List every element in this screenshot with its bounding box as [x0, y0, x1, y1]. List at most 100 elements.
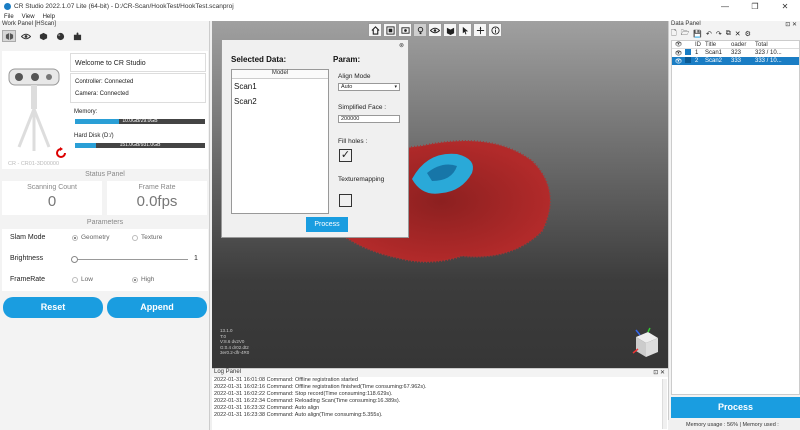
- row-total: 323 / 10...: [755, 50, 782, 56]
- orientation-cube-icon[interactable]: [630, 327, 662, 361]
- 3d-viewport[interactable]: ⊗ Selected Data: Param: Model Scan1 Scan…: [212, 21, 668, 368]
- menu-view[interactable]: View: [22, 14, 35, 20]
- select-icon[interactable]: [458, 23, 472, 37]
- settings-icon[interactable]: ⚙: [745, 30, 751, 38]
- simplified-face-input[interactable]: 200000: [338, 115, 400, 123]
- cube-icon[interactable]: [36, 30, 50, 42]
- camera-status: Camera: Connected: [75, 91, 129, 97]
- texture-icon[interactable]: [443, 23, 457, 37]
- sphere-icon[interactable]: [53, 30, 67, 42]
- data-panel-header: Data Panel ⊡ ✕: [669, 21, 800, 29]
- log-lines: 2022-01-31 16:01:08 Command: Offline reg…: [212, 377, 668, 419]
- color-swatch[interactable]: [685, 57, 691, 63]
- light-icon[interactable]: [413, 23, 427, 37]
- undo-icon[interactable]: ↶: [706, 30, 712, 38]
- fit-view-icon[interactable]: [383, 23, 397, 37]
- memory-bar-text: 10.0GB/29.0GB: [122, 118, 158, 124]
- parameters-title: Parameters: [86, 219, 124, 226]
- scan-mode-icon[interactable]: [2, 30, 16, 42]
- menu-help[interactable]: Help: [43, 14, 55, 20]
- color-swatch[interactable]: [685, 49, 691, 55]
- status-panel-title: Status Panel: [85, 171, 125, 178]
- minimize-button[interactable]: —: [710, 2, 740, 11]
- log-panel-controls[interactable]: ⊡ ✕: [653, 369, 665, 376]
- brightness-slider[interactable]: [71, 256, 188, 263]
- dialog-close-button[interactable]: ⊗: [399, 42, 404, 49]
- append-button[interactable]: Append: [107, 297, 207, 318]
- axis-icon[interactable]: [473, 23, 487, 37]
- framerate-option-high[interactable]: High: [132, 276, 154, 283]
- texturemapping-checkbox[interactable]: [339, 194, 352, 207]
- model-list-header: Model: [232, 70, 328, 79]
- visibility-icon[interactable]: [428, 23, 442, 37]
- texturemapping-label: Texturemapping: [338, 176, 385, 183]
- row-total: 333 / 10...: [755, 58, 782, 64]
- eye-icon[interactable]: 👁: [672, 58, 685, 65]
- log-scrollbar[interactable]: [662, 379, 667, 429]
- column-visibility: 👁: [674, 42, 683, 48]
- fill-holes-label: Fill holes :: [338, 138, 368, 145]
- info-icon[interactable]: [488, 23, 502, 37]
- column-total: Total: [755, 41, 768, 48]
- log-line: 2022-01-31 16:01:08 Command: Offline reg…: [214, 377, 358, 383]
- column-id: ID: [695, 41, 701, 48]
- radio-icon: [132, 276, 138, 283]
- table-row[interactable]: 👁 1 Scan1 323 323 / 10...: [672, 49, 799, 57]
- row-title: Scan1: [705, 50, 723, 56]
- work-panel: Work Panel [HScan] CR - CR01-3D00000 Wel…: [0, 21, 210, 430]
- memory-bar: 10.0GB/29.0GB: [75, 118, 205, 124]
- save-icon[interactable]: 💾: [693, 30, 702, 38]
- scanning-count-box: Scanning Count 0: [2, 181, 102, 215]
- dialog-process-button[interactable]: Process: [306, 217, 348, 232]
- eye-icon[interactable]: 👁: [672, 50, 685, 57]
- model-list[interactable]: Model Scan1 Scan2: [231, 69, 329, 214]
- delete-icon[interactable]: ✕: [735, 30, 741, 38]
- merge-icon[interactable]: ⧉: [726, 30, 731, 38]
- reset-button[interactable]: Reset: [3, 297, 103, 318]
- selected-data-title: Selected Data:: [231, 55, 287, 64]
- close-button[interactable]: ✕: [770, 2, 800, 11]
- open-folder-icon[interactable]: 🗁: [681, 29, 690, 40]
- brightness-label: Brightness: [10, 255, 44, 262]
- simplified-face-label: Simplified Face :: [338, 104, 387, 111]
- maximize-button[interactable]: ❐: [740, 2, 770, 11]
- slam-option-texture[interactable]: Texture: [132, 234, 162, 241]
- home-icon[interactable]: [368, 23, 382, 37]
- redo-icon[interactable]: ↷: [716, 30, 722, 38]
- menu-file[interactable]: File: [4, 14, 14, 20]
- process-button[interactable]: Process: [671, 397, 800, 418]
- row-id: 2: [695, 58, 699, 64]
- scanner-image: [5, 55, 67, 163]
- table-row[interactable]: 👁 2 Scan2 333 333 / 10...: [672, 57, 799, 65]
- column-loader: oader: [731, 41, 747, 48]
- fill-holes-checkbox[interactable]: ✓: [339, 149, 352, 162]
- device-name: CR - CR01-3D00000: [8, 161, 60, 167]
- viewport-toolbar: [368, 23, 503, 37]
- framerate-option-low[interactable]: Low: [72, 276, 93, 283]
- log-line: 2022-01-31 16:22:34 Command: Reloading S…: [214, 398, 401, 404]
- param-title: Param:: [333, 55, 361, 64]
- radio-icon: [72, 234, 78, 241]
- title-bar: CR Studio 2022.1.07 Lite (64-bit) - D:/C…: [0, 0, 800, 12]
- screenshot-icon[interactable]: [398, 23, 412, 37]
- disk-bar: 151.0GB/931.0GB: [75, 142, 205, 148]
- refresh-icon[interactable]: [55, 147, 67, 159]
- radio-icon: [132, 234, 138, 241]
- slam-option-geometry[interactable]: Geometry: [72, 234, 110, 241]
- brightness-slider-handle[interactable]: [71, 256, 78, 263]
- table-header: 👁 ID Title oader Total: [672, 41, 799, 49]
- log-line: 2022-01-31 16:02:16 Command: Offline reg…: [214, 384, 427, 390]
- eye-icon[interactable]: [19, 30, 33, 42]
- work-panel-toolbar: [0, 29, 209, 43]
- welcome-text: Welcome to CR Studio: [70, 53, 206, 72]
- model-item-scan1[interactable]: Scan1: [232, 79, 328, 94]
- status-bar: Memory usage : 56% | Memory used : 4623M…: [668, 420, 800, 430]
- new-file-icon[interactable]: 🗋: [671, 29, 677, 40]
- log-line: 2022-01-31 16:23:32 Command: Auto align: [214, 405, 320, 411]
- align-mode-select[interactable]: Auto ▾: [338, 83, 400, 91]
- scanning-count-label: Scanning Count: [27, 184, 77, 191]
- data-panel-controls[interactable]: ⊡ ✕: [785, 21, 797, 28]
- model-item-scan2[interactable]: Scan2: [232, 94, 328, 109]
- frame-rate-value: 0.0fps: [136, 193, 178, 210]
- puzzle-icon[interactable]: [70, 30, 84, 42]
